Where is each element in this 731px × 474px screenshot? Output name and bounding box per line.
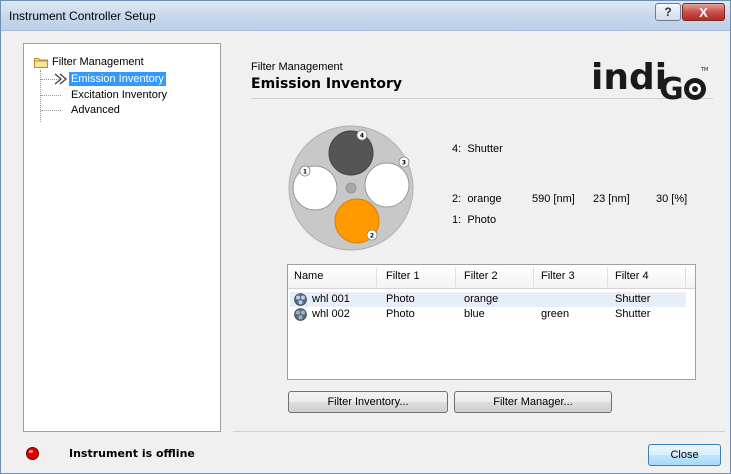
cell-filter1: Photo <box>386 293 415 305</box>
slot-index: 4: <box>452 143 462 155</box>
column-header-filter2[interactable]: Filter 2 <box>464 270 498 284</box>
column-header-filter1[interactable]: Filter 1 <box>386 270 420 284</box>
filter-slot2-info: 2: orange <box>452 193 502 205</box>
cell-filter1: Photo <box>386 308 415 320</box>
filter-wheel-icon <box>294 293 307 306</box>
column-divider[interactable] <box>533 267 534 287</box>
folder-icon <box>34 58 48 68</box>
slot-index: 2: <box>452 193 462 205</box>
help-button[interactable]: ? <box>655 3 681 21</box>
help-icon: ? <box>664 5 672 19</box>
window-close-button[interactable]: X <box>682 3 725 21</box>
svg-text:2: 2 <box>370 233 374 240</box>
list-header: Name Filter 1 Filter 2 Filter 3 Filter 4 <box>288 265 695 289</box>
instrument-status-text: Instrument is offline <box>69 447 195 460</box>
filter-slot4-info: 4: Shutter <box>452 143 503 155</box>
offline-status-icon <box>26 447 39 460</box>
table-row[interactable]: whl 001 Photo orange Shutter <box>290 292 686 307</box>
column-header-name[interactable]: Name <box>294 270 323 284</box>
cell-name: whl 001 <box>312 293 350 305</box>
page-title: Emission Inventory <box>251 76 402 92</box>
indigo-logo: indi G TM <box>591 57 708 105</box>
window-title: Instrument Controller Setup <box>9 9 156 23</box>
slot-filter-name: Photo <box>467 214 497 226</box>
column-divider[interactable] <box>376 267 377 287</box>
filter-wheel-icon <box>294 308 307 321</box>
close-icon: X <box>699 4 708 20</box>
slot-index: 1: <box>452 214 462 226</box>
column-divider[interactable] <box>455 267 456 287</box>
cell-filter3: green <box>541 308 570 320</box>
cell-filter4: Shutter <box>615 293 651 305</box>
column-divider[interactable] <box>685 267 686 287</box>
svg-text:G: G <box>659 72 684 105</box>
cell-filter2: blue <box>464 308 485 320</box>
cell-filter2: orange <box>464 293 499 305</box>
filter-slot1-info: 1: Photo <box>452 214 496 226</box>
current-selection-arrow-icon <box>54 73 68 85</box>
tree-item-emission-inventory[interactable]: Emission Inventory <box>69 72 166 86</box>
tree-item-advanced[interactable]: Advanced <box>71 103 120 117</box>
svg-text:1: 1 <box>303 169 307 176</box>
filter-wheel-list[interactable]: Name Filter 1 Filter 2 Filter 3 Filter 4… <box>287 264 696 380</box>
svg-text:TM: TM <box>700 67 708 73</box>
svg-text:3: 3 <box>402 160 406 167</box>
column-divider[interactable] <box>607 267 608 287</box>
tree-root-filter-management[interactable]: Filter Management <box>52 55 144 69</box>
slot2-bandwidth: 23 [nm] <box>593 193 630 205</box>
section-label: Filter Management <box>251 61 343 73</box>
svg-text:indi: indi <box>591 57 667 98</box>
filter-manager-button[interactable]: Filter Manager... <box>454 391 612 413</box>
setup-dialog: Instrument Controller Setup ? X Filter M… <box>0 0 731 474</box>
column-header-filter4[interactable]: Filter 4 <box>615 270 649 284</box>
tree-item-excitation-inventory[interactable]: Excitation Inventory <box>71 88 167 102</box>
slot-filter-name: Shutter <box>467 143 503 155</box>
title-bar[interactable]: Instrument Controller Setup ? X <box>1 1 730 31</box>
settings-tree[interactable]: Filter Management Emission Inventory Exc… <box>23 43 221 432</box>
slot2-wavelength: 590 [nm] <box>532 193 575 205</box>
filter-inventory-button[interactable]: Filter Inventory... <box>288 391 448 413</box>
slot-filter-name: orange <box>467 193 502 205</box>
tree-connector <box>40 70 41 122</box>
close-button[interactable]: Close <box>648 444 721 466</box>
svg-text:4: 4 <box>360 133 364 140</box>
cell-filter4: Shutter <box>615 308 651 320</box>
filter-wheel-graphic[interactable]: 4 3 1 2 <box>288 125 414 251</box>
cell-name: whl 002 <box>312 308 350 320</box>
tree-connector <box>41 110 61 111</box>
footer-divider <box>233 431 725 432</box>
column-header-filter3[interactable]: Filter 3 <box>541 270 575 284</box>
tree-connector <box>41 95 61 96</box>
table-row[interactable]: whl 002 Photo blue green Shutter <box>290 307 686 322</box>
slot2-transmission: 30 [%] <box>656 193 688 205</box>
